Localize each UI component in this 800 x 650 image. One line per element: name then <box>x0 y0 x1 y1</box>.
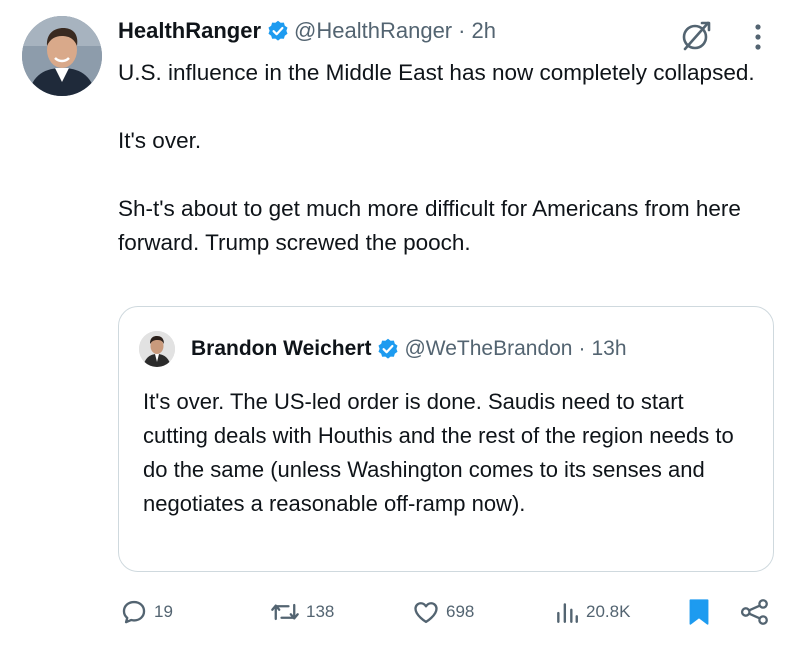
tweet-timestamp[interactable]: 2h <box>471 18 495 44</box>
grok-icon[interactable] <box>678 18 714 54</box>
quote-avatar-photo <box>139 331 175 367</box>
views-icon <box>557 603 578 623</box>
quote-timestamp[interactable]: 13h <box>592 337 627 361</box>
action-bar: 19 138 698 20.8K <box>0 592 800 632</box>
quote-author-display-name[interactable]: Brandon Weichert <box>191 337 371 361</box>
reply-button[interactable]: 19 <box>120 592 173 632</box>
quote-separator-dot: · <box>578 337 586 360</box>
tweet[interactable]: HealthRanger @HealthRanger · 2h U.S. inf… <box>0 0 800 650</box>
author-handle[interactable]: @HealthRanger <box>294 18 452 44</box>
tweet-text: U.S. influence in the Middle East has no… <box>118 56 786 260</box>
like-count: 698 <box>446 602 475 621</box>
bookmark-icon <box>689 599 709 625</box>
repost-count: 138 <box>306 602 335 621</box>
more-vertical-icon[interactable] <box>748 22 768 52</box>
quote-text: It's over. The US-led order is done. Sau… <box>143 389 734 516</box>
author-avatar[interactable] <box>22 16 102 96</box>
views-button[interactable]: 20.8K <box>554 592 630 632</box>
author-display-name[interactable]: HealthRanger <box>118 18 261 44</box>
reply-icon <box>122 600 146 624</box>
like-icon <box>414 602 438 624</box>
share-button[interactable] <box>740 592 770 632</box>
share-icon <box>740 599 768 625</box>
quoted-tweet[interactable]: Brandon Weichert @WeTheBrandon · 13h It'… <box>118 306 774 572</box>
tweet-paragraph: It's over. <box>118 128 202 153</box>
quote-verified-badge-icon <box>378 338 398 359</box>
verified-badge-icon <box>268 20 288 41</box>
like-button[interactable]: 698 <box>412 592 474 632</box>
tweet-paragraph: U.S. influence in the Middle East has no… <box>118 60 755 85</box>
avatar-photo <box>22 16 102 96</box>
repost-icon <box>271 603 299 621</box>
repost-button[interactable]: 138 <box>270 592 334 632</box>
reply-count: 19 <box>154 602 173 621</box>
bookmark-button[interactable] <box>688 592 710 632</box>
tweet-header: HealthRanger @HealthRanger · 2h <box>118 14 496 48</box>
views-count: 20.8K <box>586 602 631 621</box>
tweet-paragraph: Sh-t's about to get much more difficult … <box>118 196 741 255</box>
separator-dot: · <box>458 18 466 43</box>
quote-header: Brandon Weichert @WeTheBrandon · 13h <box>191 333 627 365</box>
quote-author-avatar[interactable] <box>139 331 175 367</box>
quote-author-handle[interactable]: @WeTheBrandon <box>404 337 572 361</box>
